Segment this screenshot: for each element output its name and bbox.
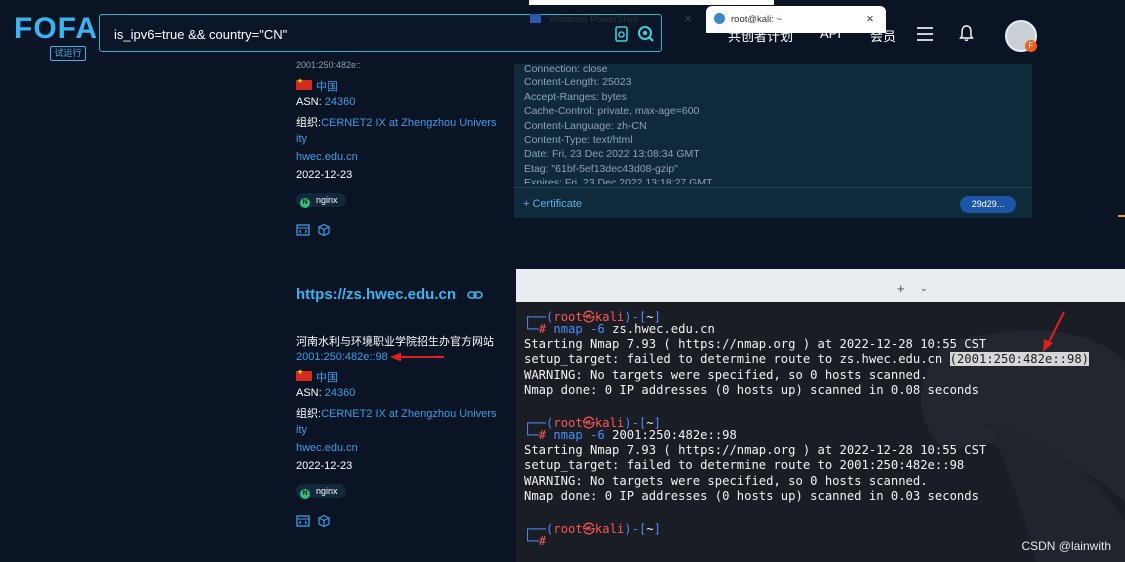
logo-badge: 试运行	[50, 46, 86, 61]
output-line: setup_target: failed to determine route …	[524, 458, 965, 472]
new-tab-plus-icon[interactable]: +	[897, 281, 905, 296]
command-line: └─# nmap -6 zs.hwec.edu.cn	[524, 322, 715, 336]
nginx-tag[interactable]: Nnginx	[296, 193, 346, 208]
prompt-user: root	[553, 522, 583, 536]
link-icon[interactable]	[467, 290, 483, 300]
command-line: └─# nmap -6 2001:250:482e::98	[524, 428, 737, 442]
prompt-path: ~	[646, 522, 654, 536]
close-icon[interactable]: ✕	[684, 6, 692, 33]
tab-powershell-label: Windows PowerShell	[549, 14, 639, 25]
cert-hash-button[interactable]: 29d29...	[960, 196, 1016, 213]
powershell-icon	[530, 14, 541, 23]
org-row: 组织:CERNET2 IX at Zhengzhou Univers	[296, 114, 497, 130]
asn-label: ASN:	[296, 96, 322, 108]
cmd-flag: -6	[590, 428, 605, 442]
top-white-bar	[529, 0, 774, 5]
menu-icon[interactable]	[916, 26, 934, 42]
red-arrow-annotation	[1043, 311, 1065, 352]
response-line: Expires: Fri, 23 Dec 2022 13:18:27 GMT	[524, 177, 713, 184]
output-text: setup_target: failed to determine route …	[524, 352, 943, 366]
certificate-toggle[interactable]: + Certificate	[523, 198, 582, 210]
code-icon[interactable]	[296, 223, 310, 237]
cmd-arg: 2001:250:482e::98	[612, 428, 737, 442]
terminal-tabbar	[516, 269, 1125, 302]
nginx-tag[interactable]: Nnginx	[296, 484, 346, 499]
response-line: Cache-Control: private, max-age=600	[524, 105, 700, 117]
org-label: 组织:	[296, 408, 322, 420]
asn-row: ASN: 24360	[296, 387, 355, 399]
highlighted-ipv6: (2001:250:482e::98)	[949, 352, 1090, 366]
bell-icon[interactable]	[959, 24, 974, 42]
output-line: Starting Nmap 7.93 ( https://nmap.org ) …	[524, 443, 987, 457]
nginx-icon: N	[300, 198, 310, 208]
org-link[interactable]: CERNET2 IX at Zhengzhou Univers	[321, 117, 496, 129]
edge-marker	[1118, 215, 1125, 217]
avatar-badge-icon: F	[1025, 40, 1037, 52]
domain-link[interactable]: hwec.edu.cn	[296, 151, 358, 163]
response-header-panel: Connection: close Content-Length: 25023 …	[514, 63, 1032, 218]
red-arrow-annotation	[390, 352, 444, 362]
cmd-flag: -6	[590, 322, 605, 336]
asn-link[interactable]: 24360	[325, 96, 356, 108]
domain-link[interactable]: hwec.edu.cn	[296, 442, 358, 454]
cmd-arg: zs.hwec.edu.cn	[612, 322, 715, 336]
cmd-name: nmap	[553, 428, 583, 442]
china-flag-icon	[296, 77, 312, 90]
output-line: setup_target: failed to determine route …	[524, 352, 1090, 366]
nginx-tag-label: nginx	[316, 195, 338, 205]
response-line: Connection: close	[524, 63, 608, 75]
asn-label: ASN:	[296, 387, 322, 399]
response-line: Content-Length: 25023	[524, 76, 632, 88]
org-label: 组织:	[296, 117, 322, 129]
tab-kali-label: root@kali: ~	[731, 14, 783, 25]
code-icon[interactable]	[296, 514, 310, 528]
tab-kali[interactable]: root@kali: ~ ✕	[706, 6, 886, 33]
response-line: Date: Fri, 23 Dec 2022 13:08:34 GMT	[524, 148, 700, 160]
asn-row: ASN: 24360	[296, 96, 355, 108]
cmd-name: nmap	[553, 322, 583, 336]
csdn-watermark: CSDN @lainwith	[1021, 539, 1111, 553]
org-row: 组织:CERNET2 IX at Zhengzhou Univers	[296, 405, 497, 421]
clipped-ip: 2001:250:482e::	[296, 60, 362, 70]
divider	[514, 187, 1032, 188]
org-link-wrap[interactable]: ity	[296, 424, 307, 436]
response-line: Etag: "61bf-5ef13dec43d08-gzip"	[524, 163, 678, 175]
asn-link[interactable]: 24360	[325, 387, 356, 399]
org-link-wrap[interactable]: ity	[296, 133, 307, 145]
kali-icon	[714, 13, 725, 24]
output-line: WARNING: No targets were specified, so 0…	[524, 368, 928, 382]
ip-link[interactable]: 2001:250:482e::98	[296, 351, 388, 363]
country-link[interactable]: 中国	[316, 369, 338, 385]
output-line: Starting Nmap 7.93 ( https://nmap.org ) …	[524, 337, 987, 351]
command-line[interactable]: └─#	[524, 534, 546, 548]
cube-icon[interactable]	[317, 223, 331, 237]
nginx-icon: N	[300, 489, 310, 499]
response-line: Accept-Ranges: bytes	[524, 91, 627, 103]
prompt-at: ㉿	[582, 522, 595, 536]
response-line: Content-Type: text/html	[524, 134, 633, 146]
china-flag-icon	[296, 368, 312, 381]
close-icon[interactable]: ✕	[866, 6, 874, 33]
date-text: 2022-12-23	[296, 460, 353, 472]
result-url[interactable]: https://zs.hwec.edu.cn	[296, 286, 456, 303]
response-line: Content-Language: zh-CN	[524, 120, 647, 132]
org-link[interactable]: CERNET2 IX at Zhengzhou Univers	[321, 408, 496, 420]
country-link[interactable]: 中国	[316, 78, 338, 94]
prompt-host: kali	[594, 522, 625, 536]
date-text: 2022-12-23	[296, 169, 353, 181]
output-line: WARNING: No targets were specified, so 0…	[524, 474, 928, 488]
output-line: Nmap done: 0 IP addresses (0 hosts up) s…	[524, 383, 979, 397]
site-title: 河南水利与环境职业学院招生办官方网站	[296, 336, 494, 348]
nginx-tag-label: nginx	[316, 486, 338, 496]
tab-dropdown-chevron-icon[interactable]: ⌄	[920, 283, 928, 294]
tab-powershell[interactable]: Windows PowerShell ✕	[522, 6, 702, 33]
output-line: Nmap done: 0 IP addresses (0 hosts up) s…	[524, 489, 979, 503]
fofa-logo[interactable]: FOFA	[14, 12, 98, 46]
cube-icon[interactable]	[317, 514, 331, 528]
